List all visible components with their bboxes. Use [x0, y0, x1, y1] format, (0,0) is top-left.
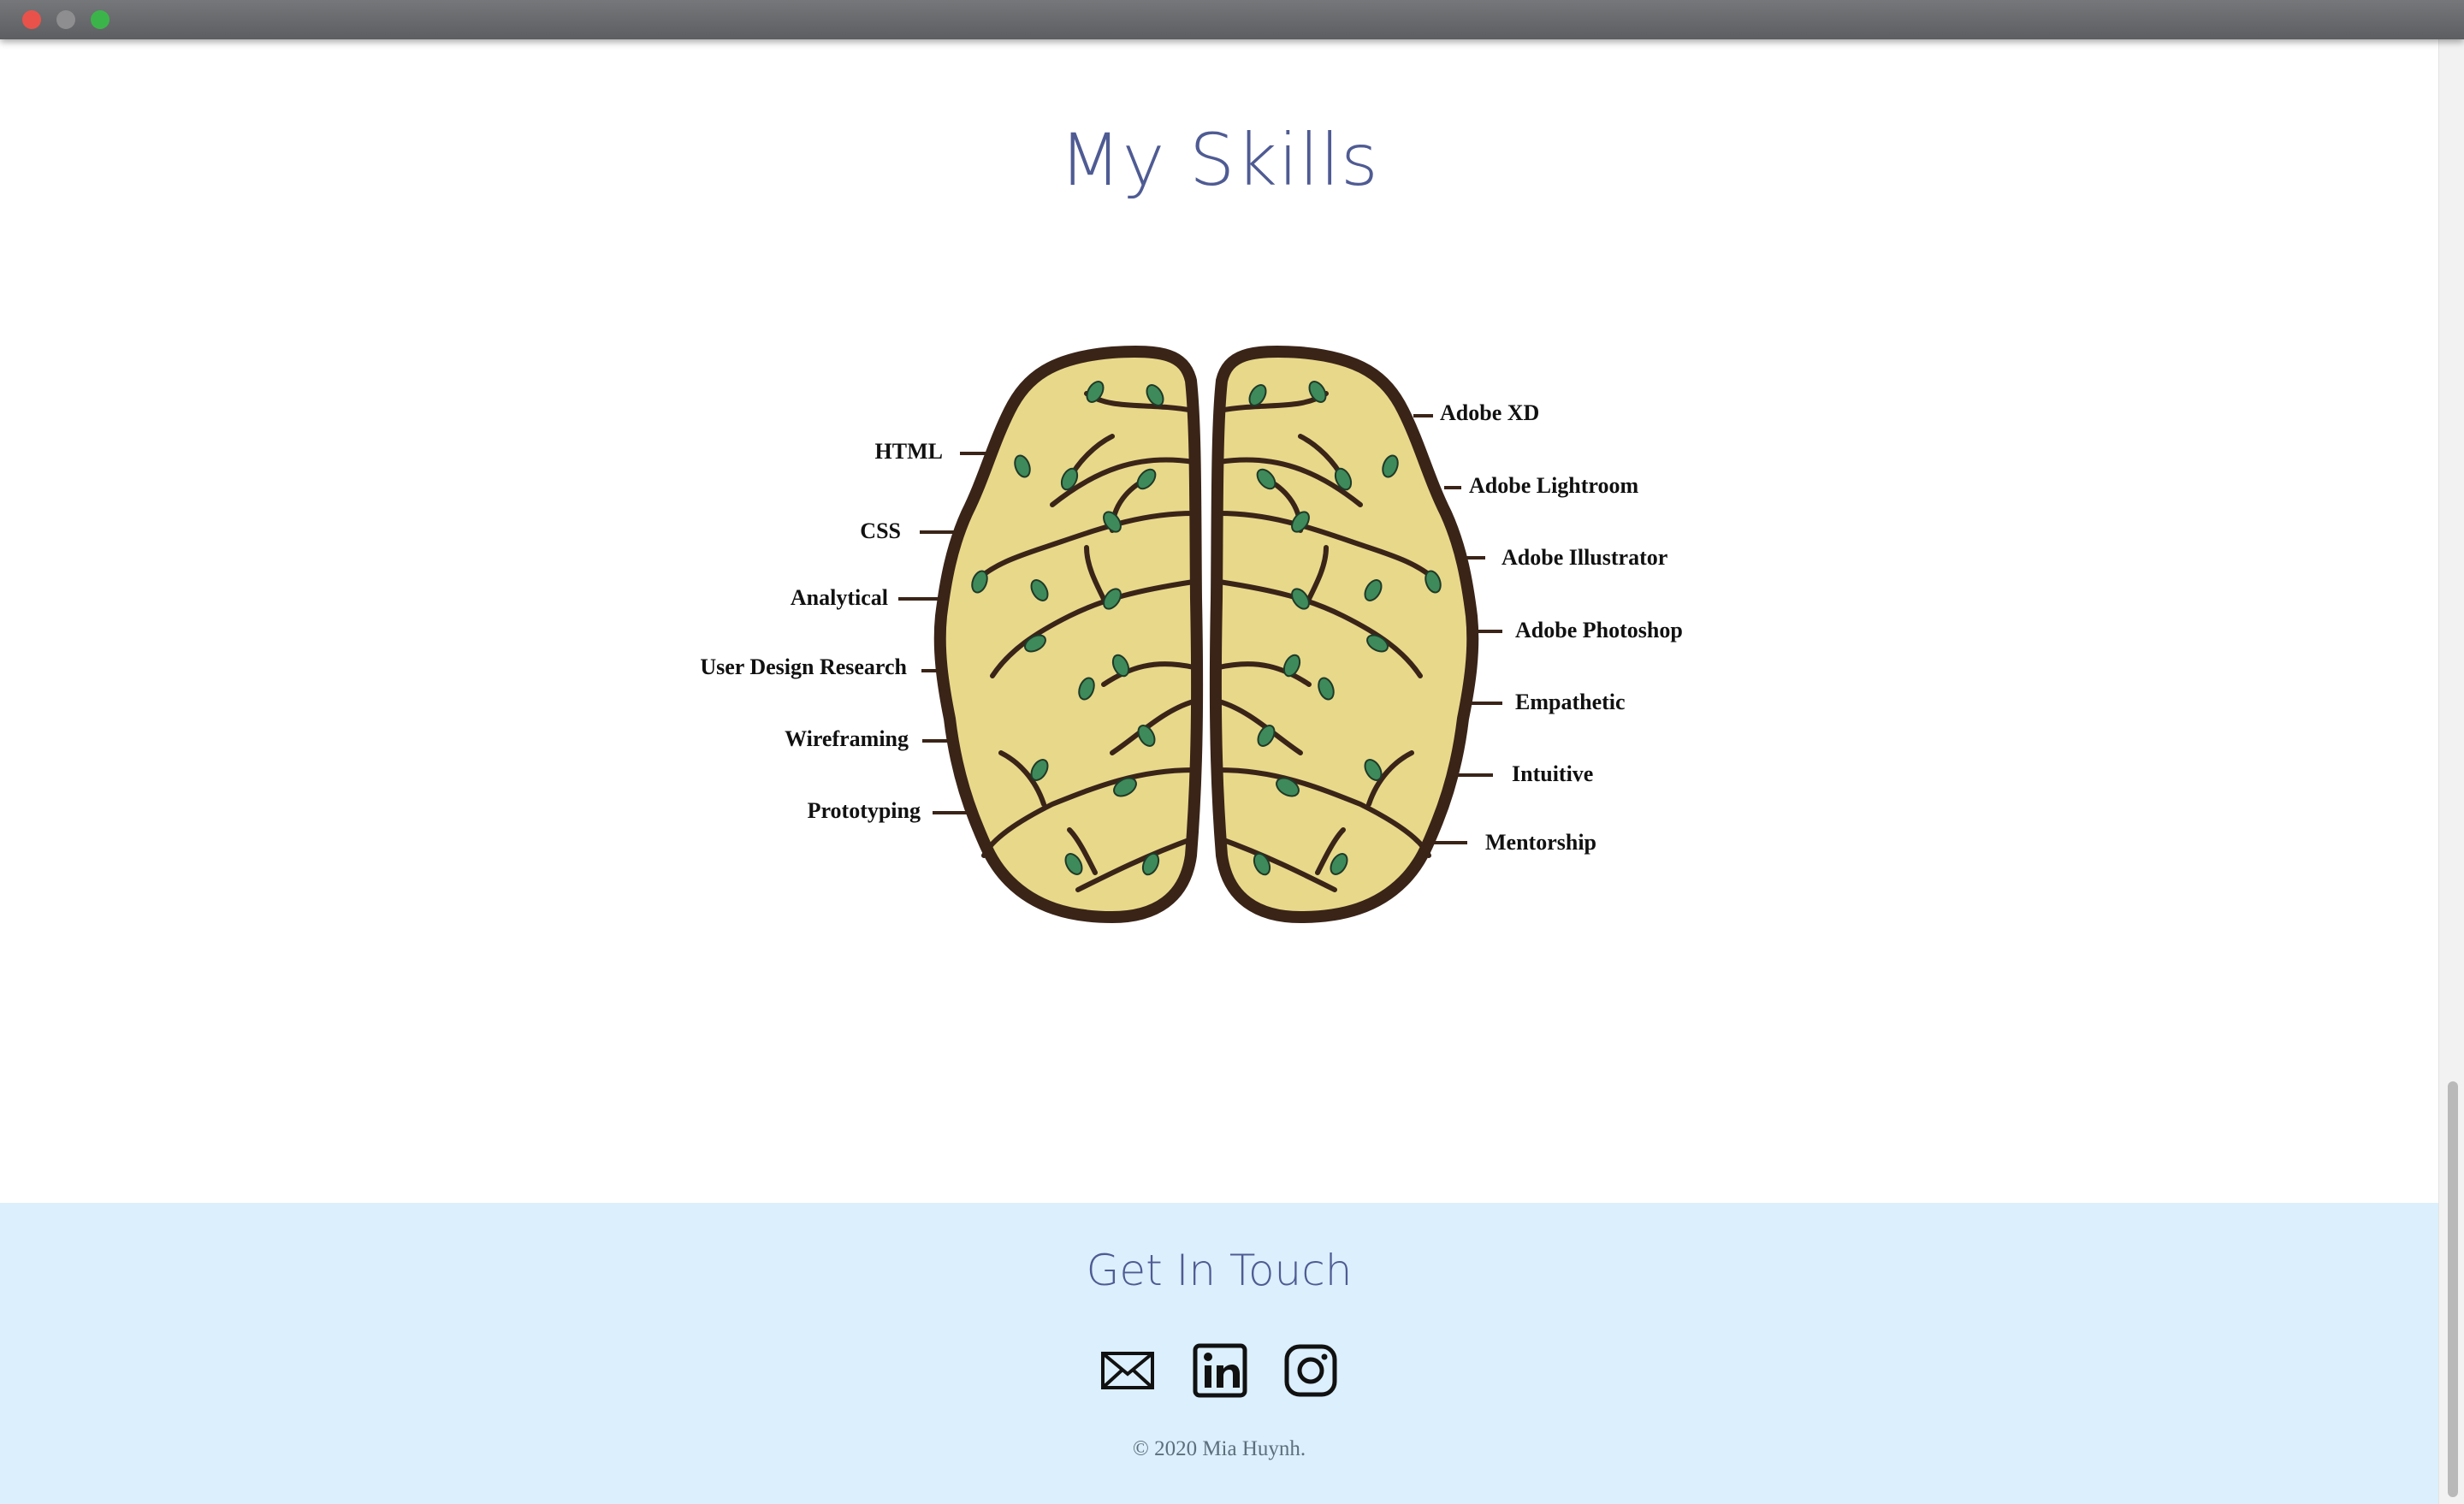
copyright-text: © 2020 Mia Huynh. [1132, 1437, 1306, 1460]
skill-label-adobe-xd: Adobe XD [1440, 400, 1539, 425]
skill-label-intuitive: Intuitive [1512, 761, 1593, 786]
skill-label-prototyping: Prototyping [808, 798, 921, 823]
contact-heading: Get In Touch [1086, 1246, 1353, 1295]
minimize-window-button[interactable] [56, 10, 75, 29]
skill-label-empathetic: Empathetic [1515, 690, 1626, 714]
scrollbar-thumb[interactable] [2448, 1081, 2458, 1497]
brain-illustration: HTML CSS Analytical User Design Research… [700, 345, 1683, 923]
page-scrollbar[interactable] [2438, 39, 2464, 1504]
skill-label-adobe-lightroom: Adobe Lightroom [1469, 473, 1638, 498]
zoom-window-button[interactable] [91, 10, 110, 29]
close-window-button[interactable] [22, 10, 41, 29]
instagram-icon[interactable] [1283, 1343, 1338, 1398]
contact-footer: Get In Touch © 2020 Mia Huynh. [0, 1203, 2438, 1504]
skill-label-analytical: Analytical [791, 585, 888, 610]
skill-label-html: HTML [875, 439, 943, 464]
skill-label-adobe-illustrator: Adobe Illustrator [1502, 545, 1667, 570]
skill-label-css: CSS [860, 518, 901, 543]
skill-label-adobe-photoshop: Adobe Photoshop [1515, 618, 1683, 642]
skill-label-user-design-research: User Design Research [700, 654, 907, 679]
window-titlebar [0, 0, 2464, 39]
skill-label-mentorship: Mentorship [1485, 830, 1596, 855]
email-icon[interactable] [1100, 1343, 1155, 1398]
skill-label-wireframing: Wireframing [785, 726, 909, 751]
linkedin-icon[interactable] [1193, 1343, 1247, 1398]
